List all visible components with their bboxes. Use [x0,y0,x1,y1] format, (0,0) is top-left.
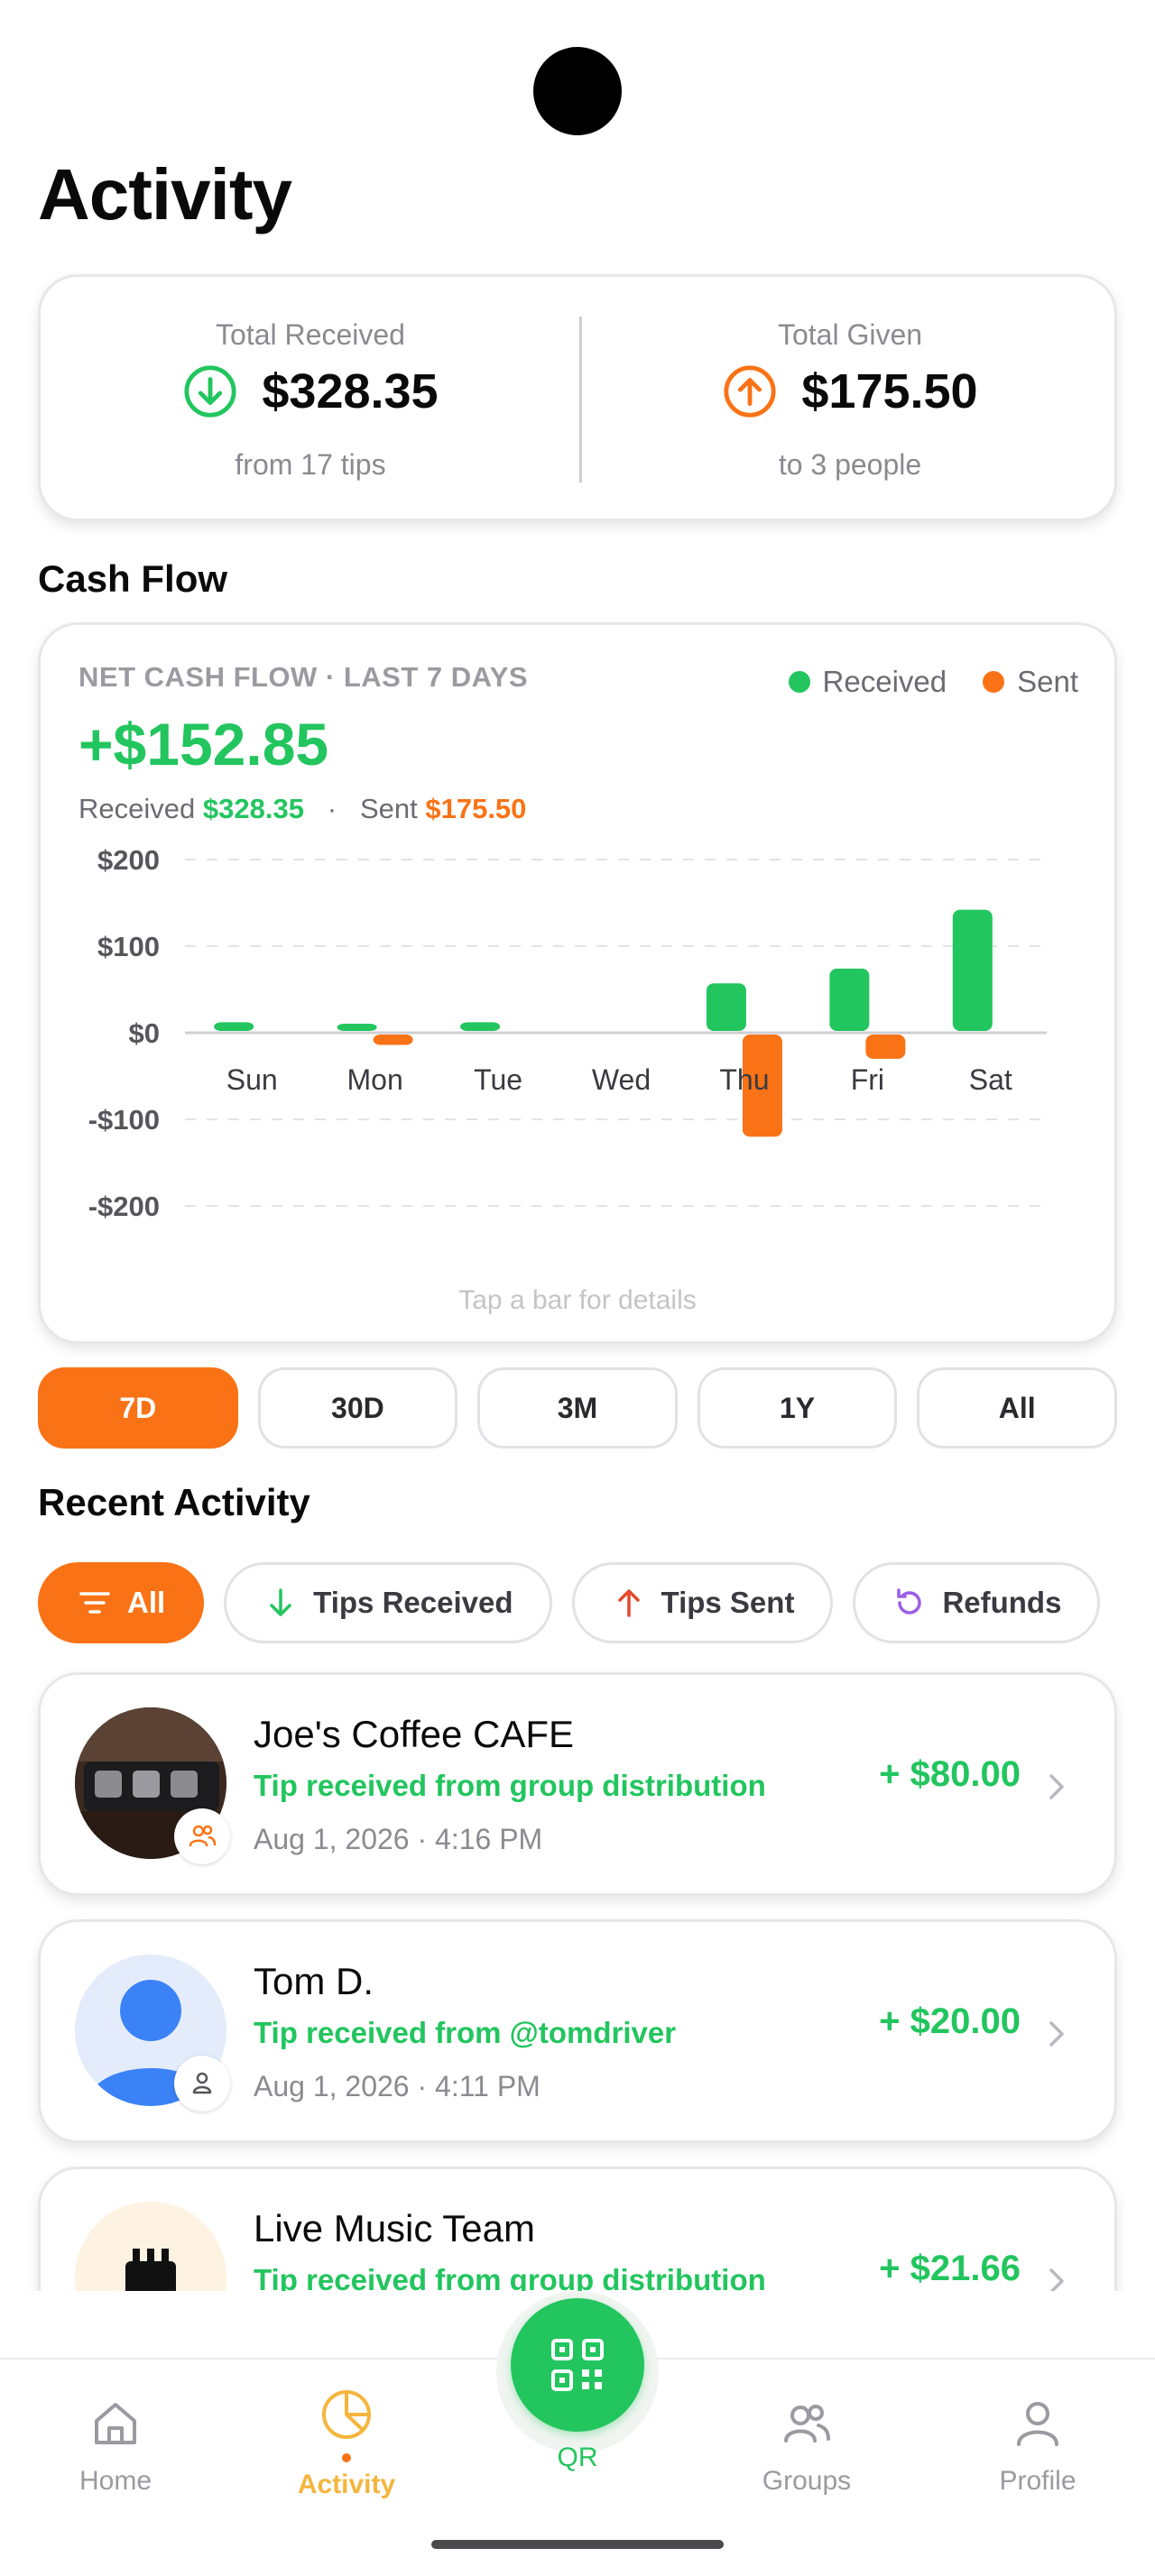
group-icon [189,1825,217,1847]
activity-amount: + $20.00 [879,2001,1021,2041]
page-title: Activity [38,154,292,235]
x-tick-label: Sat [969,1063,1012,1096]
received-bar-sun[interactable] [214,1022,254,1031]
group-badge [174,1808,230,1864]
total-given-sub: to 3 people [778,448,922,481]
qr-code-icon [551,2339,604,2391]
range-1y-button[interactable]: 1Y [697,1367,898,1449]
activity-description: Tip received from @tomdriver [254,2016,677,2049]
cash-flow-title: Cash Flow [38,557,228,600]
activity-time: Aug 1, 2026 · 4:16 PM [254,1823,543,1855]
range-3m-button[interactable]: 3M [477,1367,678,1449]
activity-name: Tom D. [254,1960,374,2002]
range-7d-button[interactable]: 7D [38,1367,238,1449]
nav-groups-label: Groups [762,2466,852,2496]
x-tick-label: Sun [226,1063,278,1096]
y-tick-label: $0 [129,1017,160,1049]
received-bar-thu[interactable] [706,983,746,1031]
home-icon [95,2403,136,2444]
arrow-up-icon [617,1589,640,1617]
refresh-icon [897,1588,922,1615]
groups-icon [784,2405,830,2443]
chevron-right-icon [1049,1774,1064,1799]
nav-home-label: Home [79,2466,152,2496]
x-tick-label: Wed [592,1063,651,1096]
x-tick-label: Thu [719,1063,769,1096]
cash-flow-card: NET CASH FLOW · LAST 7 DAYS Received Sen… [38,622,1117,1344]
person-icon [192,2072,212,2094]
activity-name: Joe's Coffee CAFE [254,1713,575,1755]
avatar [75,2202,226,2291]
y-tick-label: $100 [97,931,160,962]
camera-cutout [533,47,622,135]
filter-tips-sent-chip[interactable]: Tips Sent [571,1562,834,1643]
total-received-amount: $328.35 [262,364,439,419]
chevron-right-icon [1049,2021,1064,2047]
filter-tips-sent-label: Tips Sent [661,1586,795,1619]
arrow-down-icon [270,1588,291,1616]
range-all-button[interactable]: All [917,1367,1117,1449]
received-bar-sat[interactable] [952,909,993,1031]
y-tick-label: -$100 [88,1104,160,1136]
x-tick-label: Fri [851,1063,884,1096]
filter-tips-received-chip[interactable]: Tips Received [224,1562,552,1643]
qr-button[interactable] [511,2298,644,2432]
nav-home[interactable]: Home [25,2394,206,2497]
nav-qr-label: QR [557,2443,598,2472]
filter-icon [79,1592,110,1614]
activity-item[interactable]: Live Music Team Tip received from group … [38,2167,1117,2291]
y-tick-label: $200 [97,844,160,876]
received-bar-tue[interactable] [460,1022,501,1031]
filter-refunds-chip[interactable]: Refunds [853,1562,1101,1643]
filter-all-label: All [127,1586,166,1619]
nav-activity-label: Activity [297,2470,396,2499]
totals-card: Total Received $328.35 from 17 tips Tota… [38,274,1117,521]
x-tick-label: Tue [474,1063,522,1096]
received-bar-fri[interactable] [829,968,870,1031]
nav-profile-label: Profile [999,2466,1076,2496]
person-badge [174,2056,230,2111]
total-given-amount: $175.50 [801,364,978,419]
y-tick-label: -$200 [88,1191,160,1222]
profile-icon [1017,2402,1058,2446]
filter-refunds-label: Refunds [942,1586,1062,1619]
nav-groups[interactable]: Groups [716,2394,897,2497]
chart-hint: Tap a bar for details [458,1285,697,1315]
pie-chart-icon [322,2390,371,2439]
activity-description: Tip received from group distribution [254,1769,766,1802]
activity-name: Live Music Team [254,2207,536,2249]
arrow-up-circle-icon [724,365,776,418]
x-tick-label: Mon [347,1063,403,1096]
total-received: Total Received $328.35 from 17 tips [41,277,580,519]
range-selector: 7D 30D 3M 1Y All [38,1367,1117,1449]
activity-amount: + $80.00 [879,1754,1021,1794]
activity-item[interactable]: Joe's Coffee CAFE Tip received from grou… [38,1672,1117,1896]
activity-item[interactable]: Tom D. Tip received from @tomdriver Aug … [38,1919,1117,2143]
nav-activity[interactable]: Activity [256,2385,437,2500]
arrow-down-circle-icon [184,365,236,418]
cash-flow-chart[interactable]: $200 $100 $0 -$100 -$200 Sun Mon Tue Wed Thu Fri Sa… [41,625,1114,1341]
activity-amount: + $21.66 [879,2249,1021,2288]
range-30d-button[interactable]: 30D [257,1367,458,1449]
music-speaker-icon [75,2202,226,2291]
home-indicator [431,2540,724,2549]
nav-active-dot [342,2453,351,2462]
total-given: Total Given $175.50 to 3 people [580,277,1120,519]
activity-filters: All Tips Received Tips Sent Refunds [38,1562,1101,1643]
activity-description: Tip received from group distribution [254,2263,766,2291]
total-given-label: Total Given [777,318,923,351]
filter-all-chip[interactable]: All [38,1562,205,1643]
total-received-sub: from 17 tips [235,448,386,481]
activity-list: Joe's Coffee CAFE Tip received from grou… [0,1660,1155,2291]
chevron-right-icon [1049,2268,1064,2291]
filter-tips-received-label: Tips Received [313,1586,513,1619]
recent-activity-title: Recent Activity [38,1481,310,1523]
received-bar-mon[interactable] [337,1024,377,1031]
sent-bar-fri[interactable] [865,1035,906,1059]
total-received-label: Total Received [216,318,405,351]
sent-bar-mon[interactable] [373,1035,413,1045]
nav-profile[interactable]: Profile [947,2394,1128,2497]
activity-time: Aug 1, 2026 · 4:11 PM [254,2070,541,2102]
